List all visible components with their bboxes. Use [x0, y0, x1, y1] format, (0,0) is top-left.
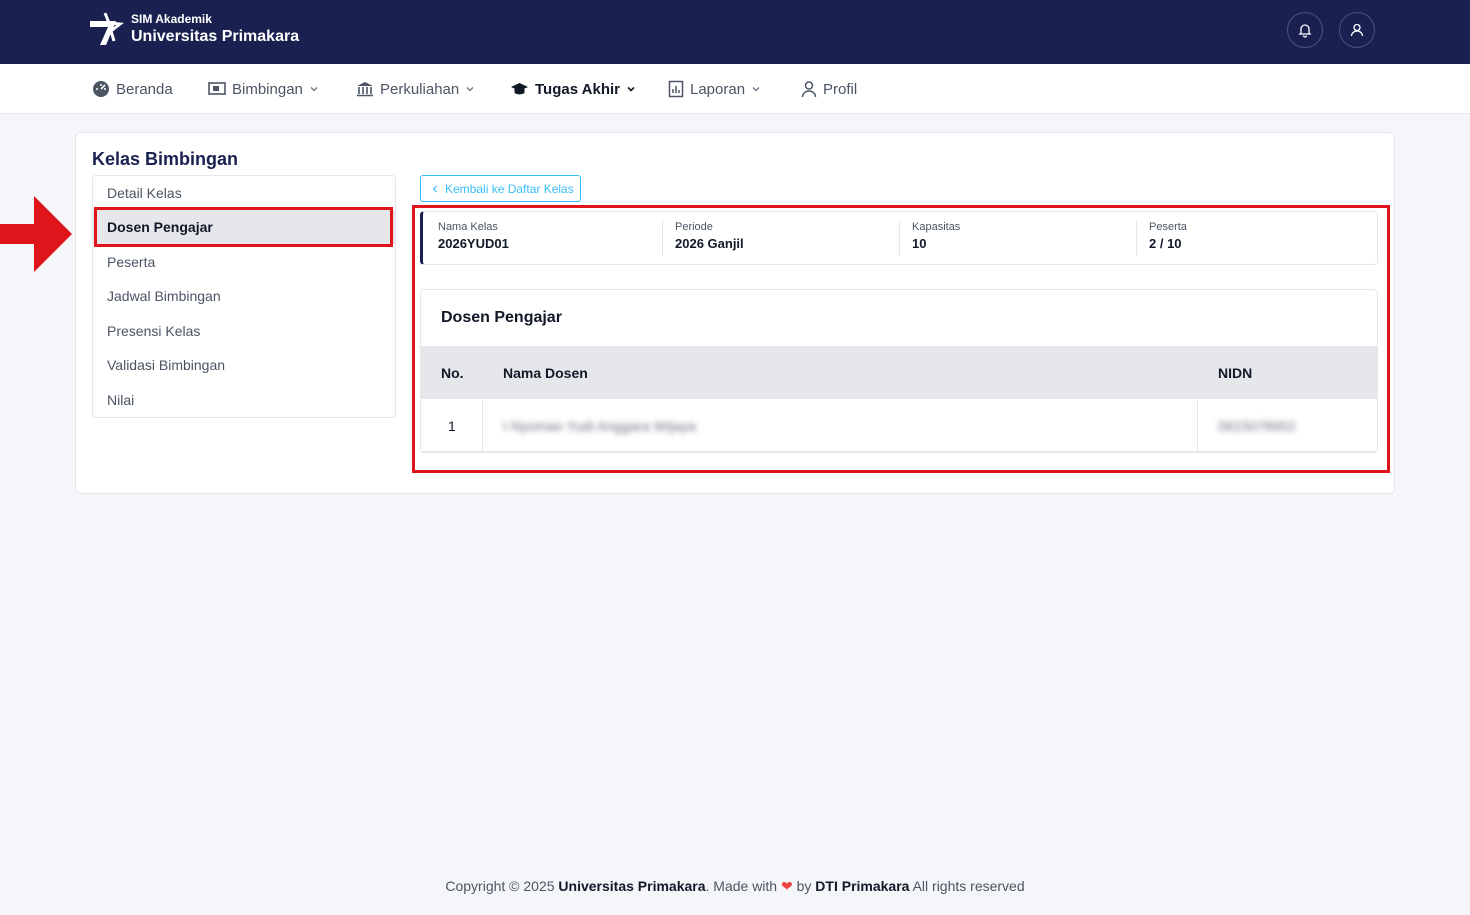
chevron-down-icon: [627, 86, 635, 92]
graduation-cap-icon: [511, 83, 528, 95]
info-value: 10: [912, 236, 927, 251]
nav-label: Tugas Akhir: [535, 80, 621, 98]
nav-profil[interactable]: Profil: [801, 64, 857, 114]
report-icon: [668, 80, 684, 98]
column-header-nidn: NIDN: [1218, 364, 1253, 381]
main-nav: Beranda Bimbingan Perkuliahan Tugas Akhi…: [0, 64, 1470, 114]
cell-nama-dosen: I Nyoman Yudi Anggara Wijaya: [503, 417, 696, 434]
info-label: Periode: [675, 221, 713, 233]
info-nama-kelas: Nama Kelas 2026YUD01: [438, 212, 509, 264]
page-title: Kelas Bimbingan: [92, 149, 239, 169]
nav-label: Bimbingan: [232, 80, 303, 98]
divider: [662, 220, 663, 256]
info-label: Peserta: [1149, 221, 1187, 233]
cell-nidn: 0815078902: [1218, 417, 1296, 434]
footer-made: . Made with: [705, 878, 781, 894]
footer-org[interactable]: Universitas Primakara: [558, 878, 705, 894]
column-header-nama-dosen: Nama Dosen: [503, 364, 588, 381]
nav-label: Laporan: [690, 80, 746, 98]
info-peserta: Peserta 2 / 10: [1149, 212, 1187, 264]
cell-no: 1: [448, 417, 456, 434]
bell-icon: [1298, 24, 1312, 38]
divider: [1136, 220, 1137, 256]
nav-perkuliahan[interactable]: Perkuliahan: [356, 64, 475, 114]
top-header: SIM Akademik Universitas Primakara: [0, 0, 1470, 64]
red-arrow-annotation: [0, 196, 72, 272]
menu-peserta[interactable]: Peserta: [93, 245, 395, 279]
menu-jadwal-bimbingan[interactable]: Jadwal Bimbingan: [93, 279, 395, 313]
account-button[interactable]: [1339, 12, 1375, 48]
divider: [1197, 346, 1198, 452]
menu-nilai[interactable]: Nilai: [93, 383, 395, 417]
info-label: Kapasitas: [912, 221, 961, 233]
class-info-summary: Nama Kelas 2026YUD01 Periode 2026 Ganjil…: [420, 211, 1378, 265]
divider: [899, 220, 900, 256]
divider: [482, 346, 483, 452]
highlight-box-menu: [94, 207, 393, 247]
menu-validasi-bimbingan[interactable]: Validasi Bimbingan: [93, 348, 395, 382]
info-label: Nama Kelas: [438, 221, 498, 233]
user-icon: [1350, 23, 1364, 37]
footer-copyright: Copyright © 2025: [445, 878, 559, 894]
nav-label: Beranda: [116, 80, 173, 98]
notification-button[interactable]: [1287, 12, 1323, 48]
dosen-pengajar-panel: Dosen Pengajar No. Nama Dosen NIDN 1 I N…: [420, 289, 1378, 453]
chevron-left-icon: [432, 185, 437, 192]
info-kapasitas: Kapasitas 10: [912, 212, 960, 264]
info-value: 2026 Ganjil: [675, 236, 744, 251]
back-label: Kembali ke Daftar Kelas: [445, 181, 574, 196]
back-to-class-list-button[interactable]: Kembali ke Daftar Kelas: [420, 175, 581, 202]
nav-laporan[interactable]: Laporan: [668, 64, 761, 114]
menu-detail-kelas[interactable]: Detail Kelas: [93, 176, 395, 210]
chevron-down-icon: [310, 87, 318, 92]
nav-beranda[interactable]: Beranda: [92, 64, 173, 114]
table-row: 1 I Nyoman Yudi Anggara Wijaya 081507890…: [421, 399, 1377, 452]
nav-tugas-akhir[interactable]: Tugas Akhir: [510, 64, 636, 114]
column-header-no: No.: [441, 364, 464, 381]
menu-presensi-kelas[interactable]: Presensi Kelas: [93, 314, 395, 348]
footer-rights: All rights reserved: [909, 878, 1025, 894]
section-title: Dosen Pengajar: [441, 309, 562, 326]
brand-title[interactable]: Universitas Primakara: [131, 28, 299, 46]
chevron-down-icon: [752, 87, 760, 92]
nav-label: Profil: [823, 80, 858, 98]
dashboard-icon: [93, 81, 109, 97]
footer-team[interactable]: DTI Primakara: [815, 878, 909, 894]
brand-subtitle: SIM Akademik: [131, 12, 212, 26]
nav-label: Perkuliahan: [380, 80, 460, 98]
building-icon: [357, 82, 373, 97]
table-header: No. Nama Dosen NIDN: [421, 346, 1377, 399]
info-periode: Periode 2026 Ganjil: [675, 212, 744, 264]
info-value: 2 / 10: [1149, 236, 1182, 251]
footer: Copyright © 2025 Universitas Primakara. …: [0, 878, 1470, 895]
primakara-logo-icon[interactable]: [86, 11, 124, 49]
info-value: 2026YUD01: [438, 236, 509, 251]
user-icon: [801, 81, 817, 98]
presentation-icon: [208, 82, 226, 95]
chevron-down-icon: [466, 87, 474, 92]
nav-bimbingan[interactable]: Bimbingan: [208, 64, 319, 114]
footer-by: by: [792, 878, 816, 894]
heart-icon: ❤: [780, 878, 793, 894]
